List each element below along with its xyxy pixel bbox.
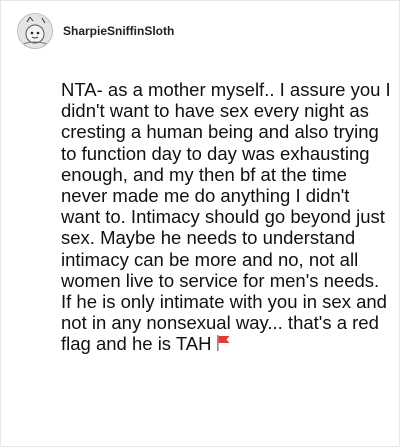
user-avatar[interactable] xyxy=(17,13,53,49)
sloth-avatar-icon xyxy=(18,14,52,48)
comment-header: SharpieSniffinSloth xyxy=(17,13,174,49)
username[interactable]: SharpieSniffinSloth xyxy=(63,24,174,38)
comment-card: SharpieSniffinSloth NTA- as a mother mys… xyxy=(0,0,400,447)
comment-body: NTA- as a mother myself.. I assure you I… xyxy=(61,79,393,357)
comment-text: NTA- as a mother myself.. I assure you I… xyxy=(61,79,391,355)
red-flag-icon xyxy=(214,334,232,356)
